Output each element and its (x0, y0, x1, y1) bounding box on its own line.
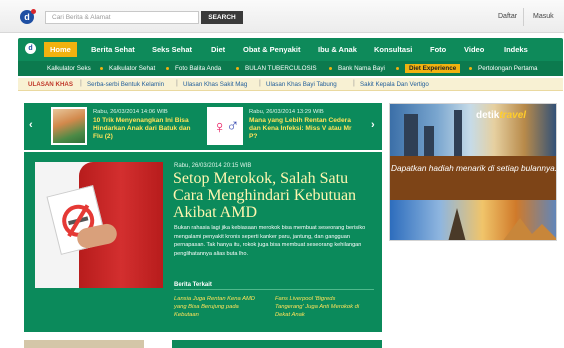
pyramid-shape (524, 224, 556, 240)
subnav-kalkulator-sehat[interactable]: Kalkulator Sehat (109, 65, 155, 72)
main-nav: d Home Berita Sehat Seks Sehat Diet Obat… (18, 38, 563, 61)
nav-item-home[interactable]: Home (44, 42, 77, 57)
related-link[interactable]: Lansia Juga Rentan Kena AMD yang Bisa Be… (174, 295, 264, 320)
nav-item-seks-sehat[interactable]: Seks Sehat (152, 45, 192, 54)
subnav-kalkulator-seks[interactable]: Kalkulator Seks (47, 65, 91, 72)
feature-summary: Bukan rahasia lagi jika kebiasaan meroko… (174, 225, 366, 257)
feature-headline[interactable]: Setop Merokok, Salah Satu Cara Menghinda… (173, 170, 378, 221)
top-bar: d Cari Berita & Alamat SEARCH Daftar Mas… (0, 0, 564, 33)
ad-landmarks-top (390, 104, 556, 156)
daftar-link[interactable]: Daftar (498, 13, 517, 20)
top-divider (523, 8, 524, 26)
subnav-separator (236, 67, 239, 70)
eiffel-tower-shape (448, 208, 466, 240)
related-divider (174, 289, 374, 290)
ulasan-khas-bar: ULASAN KHAS | Serba-serbi Bentuk Kelamin… (18, 78, 563, 91)
carousel-thumb-gender[interactable]: ♀ ♂ (207, 107, 243, 145)
nav-item-berita-sehat[interactable]: Berita Sehat (91, 45, 135, 54)
masuk-link[interactable]: Masuk (533, 13, 554, 20)
tower-shape (404, 114, 418, 156)
ulasan-separator: | (353, 80, 355, 87)
ad-landmarks-bottom (390, 200, 556, 240)
nav-item-obat-penyakit[interactable]: Obat & Penyakit (243, 45, 301, 54)
subnav-separator (100, 67, 103, 70)
subnav-separator (396, 67, 399, 70)
tower-shape (424, 126, 434, 156)
search-input[interactable]: Cari Berita & Alamat (45, 11, 199, 24)
carousel-next-icon[interactable]: › (371, 119, 375, 131)
detiktravel-ad-banner[interactable]: detiktravel Dapatkan hadiah menarik di s… (389, 103, 557, 241)
subnav-diet-experience[interactable]: Diet Experience (405, 64, 461, 73)
ulasan-item-kelamin[interactable]: Serba-serbi Bentuk Kelamin (87, 81, 164, 88)
ulasan-separator: | (259, 80, 261, 87)
carousel-prev-icon[interactable]: ‹ (29, 119, 33, 131)
nav-item-diet[interactable]: Diet (211, 45, 225, 54)
ulasan-item-bayi-tabung[interactable]: Ulasan Khas Bayi Tabung (266, 81, 337, 88)
nav-logo-icon[interactable]: d (25, 43, 36, 54)
ulasan-item-vertigo[interactable]: Sakit Kepala Dan Vertigo (360, 81, 429, 88)
subnav-separator (469, 67, 472, 70)
next-section-strip (172, 340, 382, 348)
ulasan-separator: | (80, 80, 82, 87)
subnav-foto-balita[interactable]: Foto Balita Anda (175, 65, 221, 72)
site-logo-icon[interactable]: d (20, 9, 36, 24)
carousel-thumb-child[interactable] (51, 107, 87, 145)
female-symbol-icon: ♀ (213, 117, 227, 137)
subnav-bank-nama-bayi[interactable]: Bank Nama Bayi (338, 65, 385, 72)
sub-nav: Kalkulator Seks Kalkulator Sehat Foto Ba… (18, 61, 563, 76)
carousel-date: Rabu, 26/03/2014 14:06 WIB (93, 109, 168, 115)
subnav-pertolongan-pertama[interactable]: Pertolongan Pertama (478, 65, 538, 72)
carousel-date: Rabu, 26/03/2014 13:29 WIB (249, 109, 324, 115)
detiktravel-logo: detiktravel (476, 110, 526, 121)
subnav-bulan-tuberculosis[interactable]: BULAN TUBERCULOSIS (245, 65, 317, 72)
carousel-title[interactable]: 10 Trik Menyenangkan Ini Bisa Hindarkan … (93, 117, 201, 141)
search-button[interactable]: SEARCH (201, 11, 243, 24)
ad-message: Dapatkan hadiah menarik di setiap bulann… (390, 163, 557, 173)
ad-logo-accent: travel (499, 110, 527, 121)
subnav-separator (166, 67, 169, 70)
related-label: Berita Terkait (174, 282, 212, 288)
nav-item-ibu-anak[interactable]: Ibu & Anak (318, 45, 357, 54)
nav-item-indeks[interactable]: Indeks (504, 45, 528, 54)
related-link[interactable]: Fans Liverpool 'Bigreds Tangerang' Juga … (275, 295, 365, 320)
news-carousel: ‹ Rabu, 26/03/2014 14:06 WIB 10 Trik Men… (24, 103, 382, 150)
nav-item-video[interactable]: Video (464, 45, 484, 54)
feature-date: Rabu, 26/03/2014 20:15 WIB (174, 163, 252, 169)
male-symbol-icon: ♂ (226, 115, 240, 135)
ulasan-item-sakit-mag[interactable]: Ulasan Khas Sakit Mag (183, 81, 247, 88)
ad-logo-main: detik (476, 110, 500, 121)
ulasan-separator: | (176, 80, 178, 87)
feature-story: Rabu, 26/03/2014 20:15 WIB Setop Merokok… (24, 152, 382, 332)
feature-image[interactable] (35, 162, 163, 288)
nav-item-konsultasi[interactable]: Konsultasi (374, 45, 412, 54)
next-section-thumb (24, 340, 144, 348)
tower-shape (454, 110, 462, 156)
carousel-title[interactable]: Mana yang Lebih Rentan Cedera dan Kena I… (249, 117, 357, 141)
ulasan-khas-label: ULASAN KHAS (28, 81, 74, 88)
nav-item-foto[interactable]: Foto (430, 45, 446, 54)
subnav-separator (329, 67, 332, 70)
